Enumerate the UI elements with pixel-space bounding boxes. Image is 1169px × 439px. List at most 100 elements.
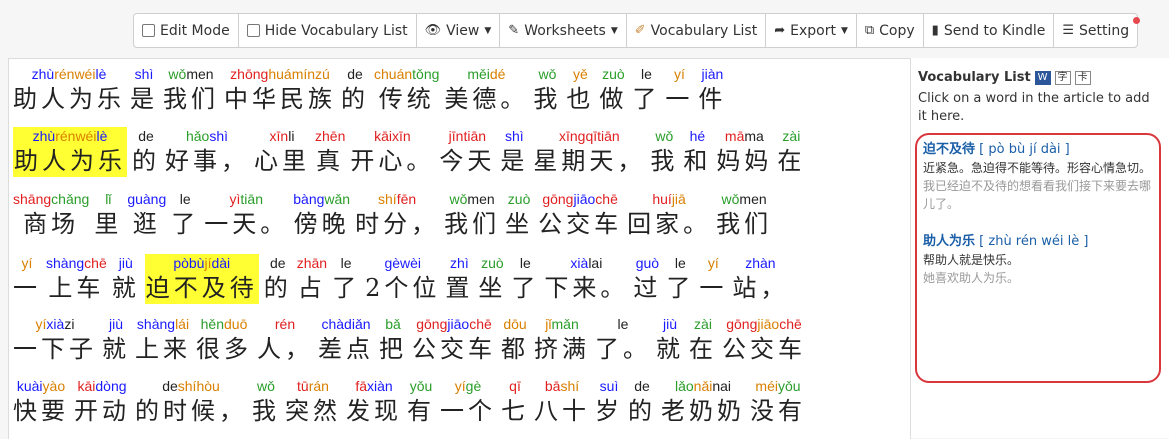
word[interactable]: jǐmǎn 挤满 <box>534 315 590 365</box>
word[interactable]: zài 在 <box>777 127 805 177</box>
word[interactable]: kāidòng 开动 <box>74 377 130 427</box>
flashcard-icon[interactable]: 卡 <box>1074 70 1091 85</box>
word[interactable]: le 了。 <box>595 315 651 365</box>
word[interactable]: yìtiān 一天。 <box>204 190 288 240</box>
word[interactable]: měidé 美德。 <box>444 65 528 115</box>
word[interactable]: qī 七 <box>501 377 529 427</box>
word[interactable]: jīntiān 今天 <box>439 127 495 177</box>
word[interactable]: māma 妈妈 <box>716 127 772 177</box>
word[interactable]: hěnduō 很多 <box>196 315 252 365</box>
vocab-entry[interactable]: 迫不及待 [ pò bù jí dài ] 近紧急。急迫得不能等待。形容心情急切… <box>923 141 1153 213</box>
word[interactable]: zuò 坐 <box>505 190 533 240</box>
highlighted-word[interactable]: pòbùjídài 迫不及待 <box>144 254 259 304</box>
word[interactable]: yě 也 <box>566 65 594 115</box>
word[interactable]: xīngqītiān 星期天， <box>533 127 645 177</box>
word[interactable]: méiyǒu 没有 <box>750 377 806 427</box>
word[interactable]: wǒmen 我们 <box>163 65 219 115</box>
word[interactable]: wǒ 我 <box>650 127 678 177</box>
word[interactable]: jiù 就 <box>656 315 684 365</box>
vocab-list-button[interactable]: ✐ Vocabulary List <box>627 14 767 47</box>
word[interactable]: jiù 就 <box>112 254 140 304</box>
word[interactable]: kuàiyào 快要 <box>13 377 69 427</box>
word[interactable]: bāshí 八十 <box>534 377 590 427</box>
pinyin: guò <box>636 254 659 272</box>
word[interactable]: shāngchǎng 商场 <box>13 190 89 240</box>
word[interactable]: xiàlai 下来。 <box>544 254 628 304</box>
copy-button[interactable]: ⧉ Copy <box>857 14 924 47</box>
worksheets-dropdown[interactable]: ✎ Worksheets ▼ <box>500 14 627 47</box>
word[interactable]: wǒmen 我们 <box>716 190 772 240</box>
pinyin-syllable: hé <box>689 128 706 144</box>
word[interactable]: le 了 <box>332 254 360 304</box>
word[interactable]: guàng 逛 <box>127 190 166 240</box>
word[interactable]: le 了 <box>632 65 660 115</box>
vocab-entry[interactable]: 助人为乐 [ zhù rén wéi lè ] 帮助人就是快乐。 她喜欢助人为乐… <box>923 233 1153 287</box>
word[interactable]: tūrán 突然 <box>285 377 341 427</box>
word[interactable]: shàngchē 上车 <box>46 254 107 304</box>
word[interactable]: zuò 做 <box>599 65 627 115</box>
word[interactable]: yí 一 <box>13 254 41 304</box>
word[interactable]: gōngjiāochē 公交车 <box>722 315 806 365</box>
word[interactable]: jiàn 件 <box>698 65 726 115</box>
checkbox-icon[interactable] <box>142 24 155 37</box>
word[interactable]: yíxiàzi 一下子 <box>13 315 97 365</box>
character-icon[interactable]: 字 <box>1054 70 1071 85</box>
word[interactable]: zuò 坐 <box>478 254 506 304</box>
word[interactable]: wǒ 我 <box>533 65 561 115</box>
word[interactable]: shì 是 <box>500 127 528 177</box>
edit-mode-toggle[interactable]: Edit Mode <box>134 14 239 47</box>
word[interactable]: le 了 <box>171 190 199 240</box>
word[interactable]: hé 和 <box>683 127 711 177</box>
export-dropdown[interactable]: ➦ Export ▼ <box>766 14 857 47</box>
setting-button[interactable]: ☰ Setting <box>1054 14 1141 47</box>
send-kindle-button[interactable]: ▮ Send to Kindle <box>924 14 1055 47</box>
word[interactable]: chàdiǎn 差点 <box>318 315 374 365</box>
highlighted-word[interactable]: zhùrénwéilè 助人为乐 <box>13 127 127 177</box>
word[interactable]: kāixīn 开心。 <box>350 127 434 177</box>
word[interactable]: yí 一 <box>665 65 693 115</box>
word[interactable]: jiù 就 <box>102 315 130 365</box>
word[interactable]: shì 是 <box>130 65 158 115</box>
word[interactable]: zhàn 站， <box>732 254 788 304</box>
word[interactable]: shífēn 时分， <box>355 190 439 240</box>
word[interactable]: gèwèi 2个位 <box>365 254 440 304</box>
word[interactable]: huíjiā 回家。 <box>627 190 711 240</box>
word[interactable]: le 了 <box>511 254 539 304</box>
word[interactable]: zhēn 真 <box>315 127 345 177</box>
word-export-icon[interactable]: W <box>1034 70 1051 85</box>
word[interactable]: hǎoshì 好事， <box>165 127 249 177</box>
word[interactable]: bǎ 把 <box>379 315 407 365</box>
word[interactable]: shànglái 上来 <box>135 315 191 365</box>
word[interactable]: zhān 占 <box>297 254 327 304</box>
word[interactable]: zhì 置 <box>445 254 473 304</box>
word[interactable]: zhùrénwéilè 助人为乐 <box>13 65 125 115</box>
word[interactable]: yǒu 有 <box>407 377 435 427</box>
word[interactable]: rén 人， <box>257 315 313 365</box>
word[interactable]: guò 过 <box>633 254 661 304</box>
word[interactable]: chuántǒng 传统 <box>374 65 439 115</box>
word[interactable]: lǎonǎinai 老奶奶 <box>661 377 745 427</box>
word[interactable]: wǒ 我 <box>252 377 280 427</box>
word[interactable]: bàngwǎn 傍晚 <box>293 190 350 240</box>
word[interactable]: lǐ 里 <box>94 190 122 240</box>
word[interactable]: fāxiàn 发现 <box>346 377 402 427</box>
word[interactable]: de 的 <box>341 65 369 115</box>
word[interactable]: zhōnghuámínzú 中华民族 <box>224 65 336 115</box>
word[interactable]: dōu 都 <box>501 315 529 365</box>
word[interactable]: deshíhòu 的时候， <box>135 377 247 427</box>
view-dropdown[interactable]: 👁 View ▼ <box>417 14 501 47</box>
checkbox-icon[interactable] <box>246 24 260 37</box>
word[interactable]: zài 在 <box>689 315 717 365</box>
word[interactable]: le 了 <box>666 254 694 304</box>
word[interactable]: de 的 <box>132 127 160 177</box>
word[interactable]: de 的 <box>264 254 292 304</box>
word[interactable]: yí 一 <box>699 254 727 304</box>
word[interactable]: xīnli 心里 <box>254 127 310 177</box>
word[interactable]: yígè 一个 <box>440 377 496 427</box>
hide-vocab-toggle[interactable]: Hide Vocabulary List <box>239 14 417 47</box>
word[interactable]: wǒmen 我们 <box>444 190 500 240</box>
word[interactable]: gōngjiāochē 公交车 <box>412 315 496 365</box>
word[interactable]: suì 岁 <box>595 377 623 427</box>
word[interactable]: de 的 <box>628 377 656 427</box>
word[interactable]: gōngjiāochē 公交车 <box>538 190 622 240</box>
